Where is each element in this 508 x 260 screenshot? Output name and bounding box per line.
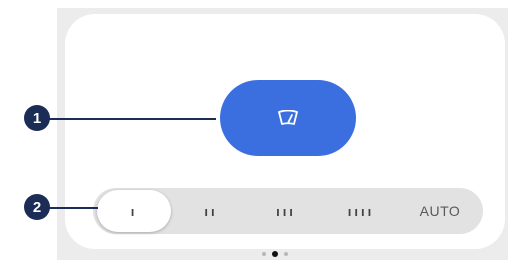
callout-badge-1: 1 bbox=[24, 105, 50, 131]
page-dot[interactable] bbox=[284, 252, 288, 256]
page-dot-active[interactable] bbox=[272, 251, 278, 257]
speed-option-4[interactable]: ıııı bbox=[330, 188, 392, 234]
speed-option-2[interactable]: ıı bbox=[180, 188, 242, 234]
speed-option-3[interactable]: ııı bbox=[255, 188, 317, 234]
speed-option-label: ı bbox=[130, 203, 138, 219]
speed-option-label: AUTO bbox=[419, 203, 461, 219]
speed-option-label: ıı bbox=[204, 203, 218, 219]
callout-badge-2: 2 bbox=[24, 194, 50, 220]
speed-option-label: ııı bbox=[276, 203, 296, 219]
callout-number: 2 bbox=[32, 198, 42, 216]
speed-option-auto[interactable]: AUTO bbox=[405, 188, 475, 234]
windshield-wiper-button[interactable] bbox=[220, 80, 356, 156]
speed-option-label: ıııı bbox=[347, 203, 375, 219]
page-dot[interactable] bbox=[262, 252, 266, 256]
windshield-wiper-icon bbox=[277, 110, 299, 126]
callout-line-1 bbox=[38, 118, 216, 120]
page-indicator bbox=[262, 251, 288, 257]
screen: ı ıı ııı ıııı AUTO 1 2 bbox=[0, 0, 508, 260]
callout-number: 1 bbox=[32, 109, 42, 127]
speed-option-1[interactable]: ı bbox=[97, 190, 171, 232]
